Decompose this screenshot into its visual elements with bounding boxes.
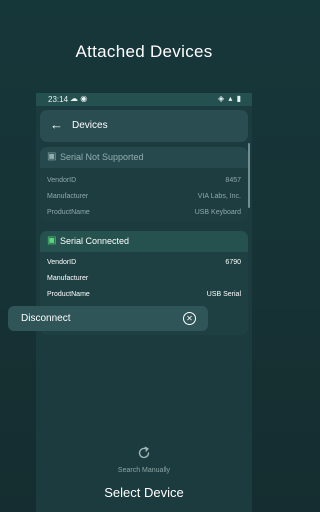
app-bar-title: Devices (72, 120, 108, 131)
scrollbar[interactable] (248, 143, 250, 208)
device-card-header: ▣ Serial Connected (40, 231, 248, 252)
status-bar: 23:14 ☁ ◉ ◈ ▴ ▮ (36, 93, 252, 106)
row-value: 6790 (225, 259, 241, 266)
search-manually-link[interactable]: Search Manually (0, 467, 288, 474)
status-time: 23:14 (48, 95, 69, 104)
app-bar: ← Devices (40, 110, 248, 142)
row-key: Manufacturer (47, 275, 89, 282)
device-status: Serial Not Supported (60, 152, 144, 162)
row-value: USB Serial (206, 291, 241, 298)
device-card-header: ▣ Serial Not Supported (40, 147, 248, 168)
row-key: Manufacturer (47, 193, 89, 200)
disconnect-button[interactable]: Disconnect ✕ (8, 306, 208, 331)
disconnect-label: Disconnect (21, 313, 71, 324)
row-value: 8457 (225, 177, 241, 184)
row-key: VendorID (47, 177, 77, 184)
row-value: VIA Labs, Inc. (197, 193, 241, 200)
device-icon: ▣ (47, 151, 57, 162)
device-status: Serial Connected (60, 236, 130, 246)
row-key: VendorID (47, 259, 77, 266)
notification-icons: ☁ ◉ (70, 94, 88, 103)
row-value: USB Keyboard (194, 209, 241, 216)
system-icons: ◈ ▴ ▮ (217, 94, 242, 103)
device-icon: ▣ (47, 235, 57, 246)
device-card[interactable]: ▣ Serial Not Supported VendorID 8457 Man… (40, 147, 248, 221)
close-circle-icon: ✕ (183, 312, 196, 325)
page-headline: Attached Devices (75, 42, 213, 61)
row-key: ProductName (47, 291, 90, 298)
refresh-icon[interactable] (137, 446, 151, 460)
row-key: ProductName (47, 209, 90, 216)
select-device-title: Select Device (104, 485, 184, 500)
arrow-left-icon[interactable]: ← (50, 117, 63, 132)
